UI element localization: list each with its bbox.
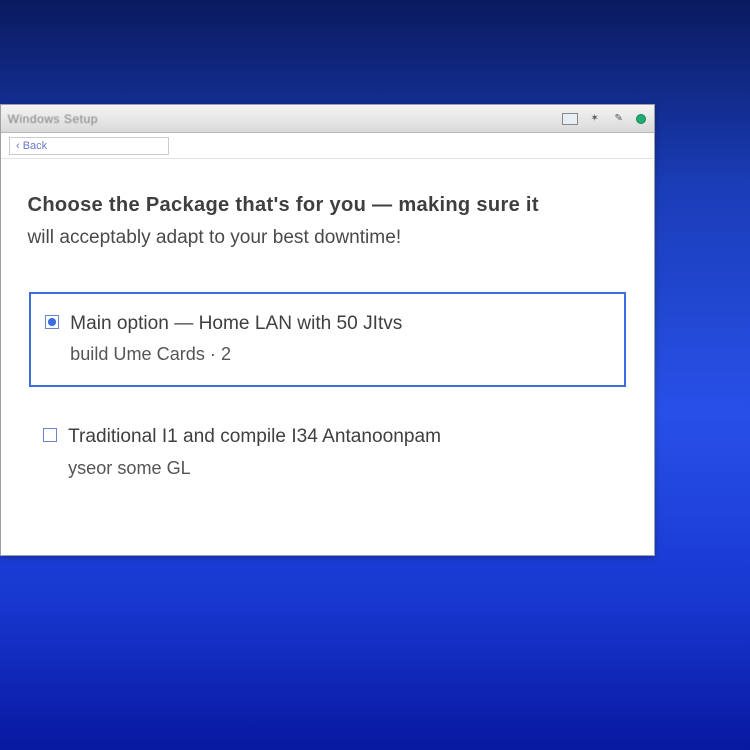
breadcrumb-field[interactable]: ‹ Back (9, 137, 169, 155)
option-1-title: Main option — Home LAN with 50 JItvs (70, 310, 402, 338)
window-title: Windows Setup (8, 112, 564, 126)
radio-icon[interactable] (45, 315, 59, 329)
breadcrumb-text: ‹ Back (16, 140, 47, 152)
titlebar-icon-group: ✶ ✎ (562, 113, 646, 125)
toolbar: ‹ Back (1, 133, 654, 159)
status-dot-icon (636, 114, 646, 124)
tool-icon[interactable]: ✎ (612, 113, 626, 125)
option-2-title: Traditional I1 and compile I34 Antanoonp… (68, 423, 441, 451)
dialog-window: Windows Setup ✶ ✎ ‹ Back Choose the Pack… (0, 104, 655, 556)
window-state-icon[interactable] (562, 113, 578, 125)
content-area: Choose the Package that's for you — maki… (1, 159, 654, 555)
feed-icon[interactable]: ✶ (588, 113, 602, 125)
option-1[interactable]: Main option — Home LAN with 50 JItvs bui… (29, 292, 626, 388)
option-2-subtitle: yseor some GL (68, 455, 441, 481)
page-heading-line1: Choose the Package that's for you — maki… (28, 191, 628, 220)
option-2[interactable]: Traditional I1 and compile I34 Antanoonp… (29, 407, 626, 499)
option-2-text: Traditional I1 and compile I34 Antanoonp… (69, 423, 440, 481)
radio-icon[interactable] (43, 428, 57, 442)
option-1-subtitle: build Ume Cards · 2 (70, 341, 402, 367)
page-heading-line2: will acceptably adapt to your best downt… (28, 224, 628, 252)
titlebar[interactable]: Windows Setup ✶ ✎ (1, 105, 654, 133)
option-1-text: Main option — Home LAN with 50 JItvs bui… (71, 310, 402, 368)
